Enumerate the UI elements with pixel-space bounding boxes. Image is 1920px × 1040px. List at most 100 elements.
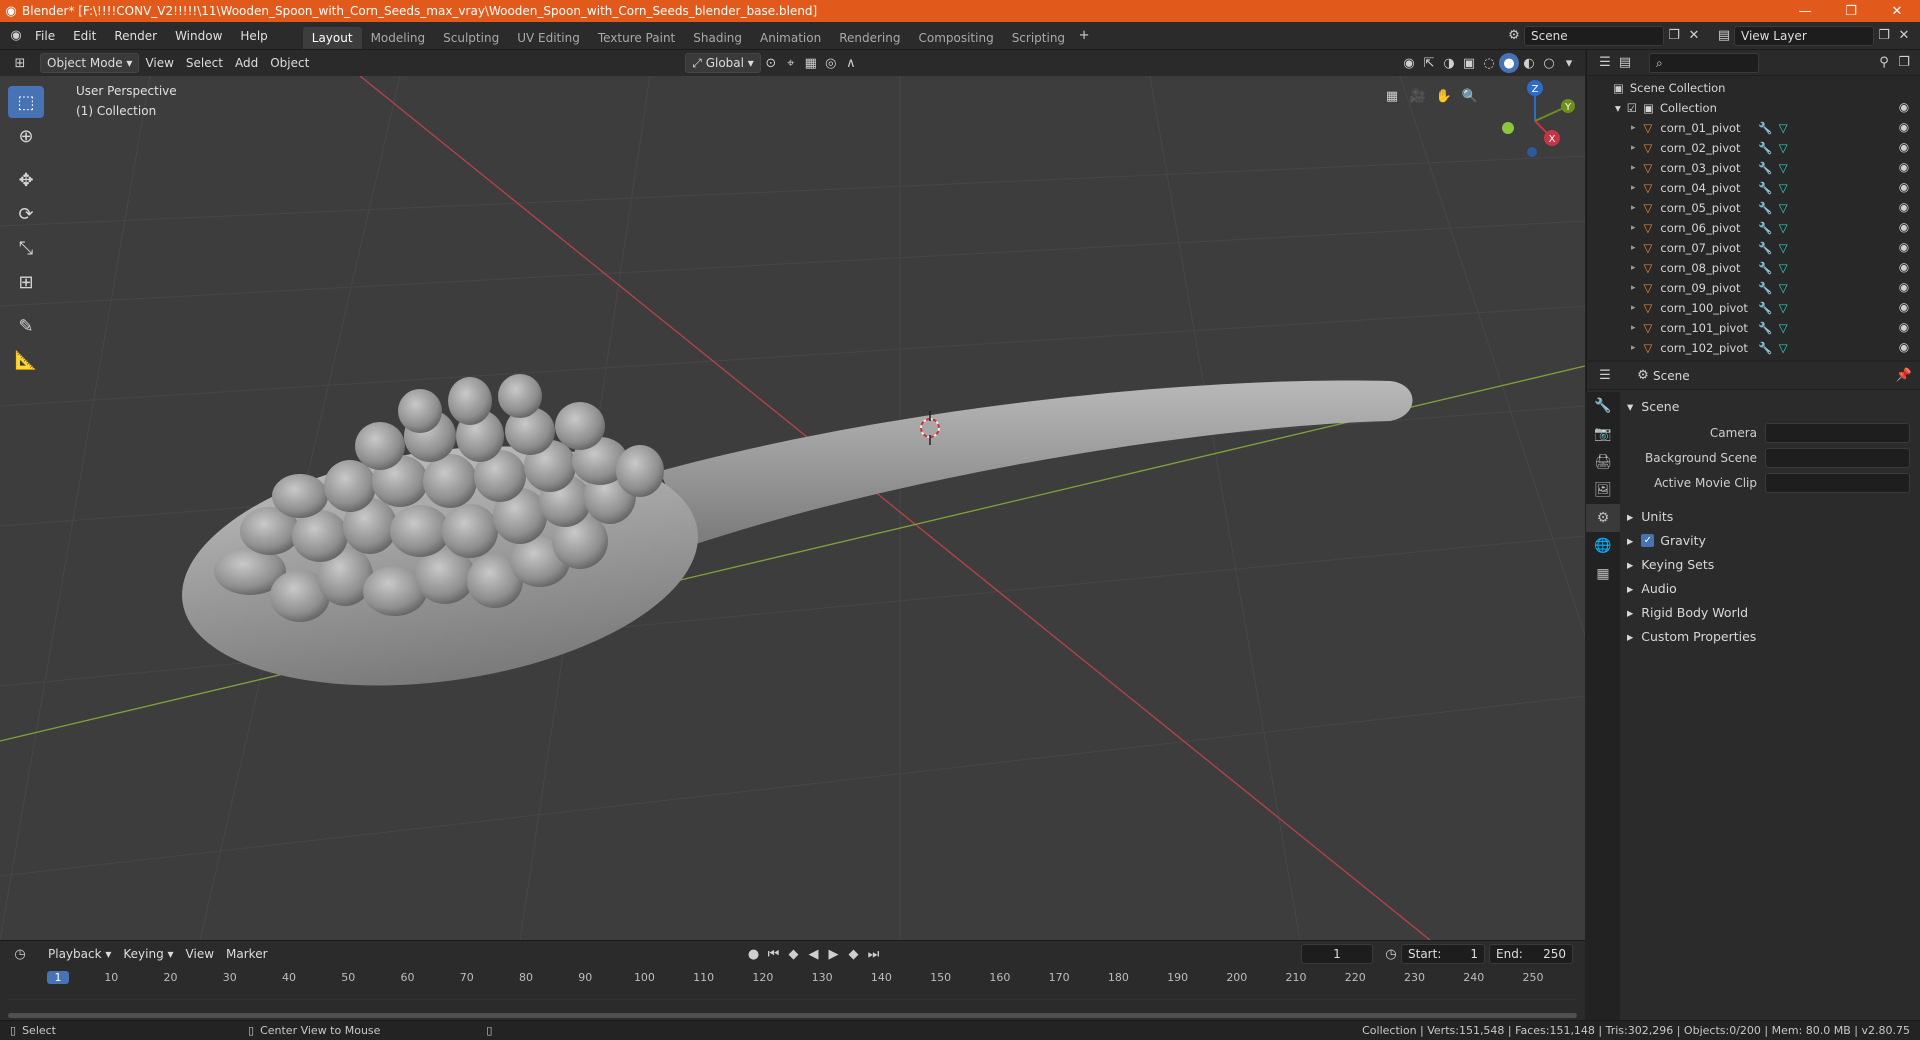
tab-sculpting[interactable]: Sculpting	[434, 27, 508, 49]
expand-icon[interactable]: ▸	[1631, 303, 1636, 313]
transform-orientation-selector[interactable]: ⤢ Global ▾	[685, 53, 761, 73]
outliner-row-object[interactable]: ▸ ▽ corn_101_pivot 🔧 ▽ ◉	[1587, 318, 1920, 338]
tab-animation[interactable]: Animation	[751, 27, 830, 49]
outliner-row-object[interactable]: ▸ ▽ corn_04_pivot 🔧 ▽ ◉	[1587, 178, 1920, 198]
modifier-wrench-icon[interactable]: 🔧	[1758, 341, 1772, 355]
current-frame-field[interactable]: 1	[1301, 944, 1373, 964]
play-reverse-icon[interactable]: ◀	[804, 944, 824, 964]
tab-scripting[interactable]: Scripting	[1003, 27, 1074, 49]
tab-shading[interactable]: Shading	[684, 27, 751, 49]
expand-icon[interactable]: ▸	[1631, 243, 1636, 253]
tab-compositing[interactable]: Compositing	[909, 27, 1002, 49]
eye-icon[interactable]: ◉	[1896, 280, 1912, 296]
eye-icon[interactable]: ◉	[1896, 120, 1912, 136]
eye-icon[interactable]: ◉	[1896, 260, 1912, 276]
menu-add[interactable]: Add	[229, 53, 264, 73]
minimize-button[interactable]: —	[1782, 0, 1828, 22]
scale-tool-icon[interactable]: ⤡	[8, 232, 44, 264]
expand-icon[interactable]: ▸	[1631, 283, 1636, 293]
menu-view[interactable]: View	[139, 53, 179, 73]
expand-icon[interactable]: ▸	[1631, 163, 1636, 173]
toggle-grid-icon[interactable]: ▦	[1382, 86, 1402, 106]
delete-view-layer-icon[interactable]: ✕	[1894, 26, 1914, 46]
expand-icon[interactable]: ▾	[1615, 101, 1621, 115]
tab-layout[interactable]: Layout	[302, 26, 362, 49]
jump-end-icon[interactable]: ⏭	[864, 944, 884, 964]
modifier-wrench-icon[interactable]: 🔧	[1758, 261, 1772, 275]
eye-icon[interactable]: ◉	[1896, 240, 1912, 256]
timeline-scrollbar[interactable]	[8, 1013, 1577, 1018]
gizmo-toggle-icon[interactable]: ⇱	[1419, 53, 1439, 73]
cursor-tool-icon[interactable]: ⊕	[8, 120, 44, 152]
outliner-row-object[interactable]: ▸ ▽ corn_03_pivot 🔧 ▽ ◉	[1587, 158, 1920, 178]
gravity-checkbox[interactable]: ✓	[1641, 533, 1655, 547]
scene-tab-icon[interactable]: ⚙	[1586, 504, 1620, 532]
world-tab-icon[interactable]: 🌐	[1586, 532, 1620, 560]
outliner-row-object[interactable]: ▸ ▽ corn_09_pivot 🔧 ▽ ◉	[1587, 278, 1920, 298]
mesh-data-icon[interactable]: ▽	[1779, 221, 1788, 235]
eye-icon[interactable]: ◉	[1896, 340, 1912, 356]
timeline-editor-type-icon[interactable]: ◷	[10, 944, 30, 964]
mesh-data-icon[interactable]: ▽	[1779, 341, 1788, 355]
modifier-wrench-icon[interactable]: 🔧	[1758, 121, 1772, 135]
wireframe-shading-icon[interactable]: ◌	[1479, 53, 1499, 73]
editor-type-icon[interactable]: ⊞	[10, 53, 30, 73]
menu-file[interactable]: File	[26, 25, 64, 47]
timeline-track[interactable]	[8, 999, 1577, 1013]
menu-object[interactable]: Object	[264, 53, 315, 73]
panel-audio[interactable]: ▸ Audio	[1627, 576, 1920, 600]
camera-field[interactable]	[1765, 423, 1910, 443]
shading-options-icon[interactable]: ▾	[1559, 53, 1579, 73]
mesh-data-icon[interactable]: ▽	[1779, 161, 1788, 175]
outliner-row-object[interactable]: ▸ ▽ corn_05_pivot 🔧 ▽ ◉	[1587, 198, 1920, 218]
modifier-wrench-icon[interactable]: 🔧	[1758, 321, 1772, 335]
menu-help[interactable]: Help	[231, 25, 276, 47]
falloff-icon[interactable]: ∧	[841, 53, 861, 73]
panel-keying-sets[interactable]: ▸ Keying Sets	[1627, 552, 1920, 576]
expand-icon[interactable]: ▸	[1631, 263, 1636, 273]
panel-custom-properties[interactable]: ▸ Custom Properties	[1627, 624, 1920, 648]
pivot-point-icon[interactable]: ⊙	[761, 53, 781, 73]
material-shading-icon[interactable]: ◐	[1519, 53, 1539, 73]
mesh-data-icon[interactable]: ▽	[1779, 181, 1788, 195]
menu-edit[interactable]: Edit	[64, 25, 105, 47]
add-workspace-icon[interactable]: +	[1074, 26, 1094, 46]
outliner-row-object[interactable]: ▸ ▽ corn_02_pivot 🔧 ▽ ◉	[1587, 138, 1920, 158]
jump-start-icon[interactable]: ⏮	[764, 944, 784, 964]
menu-marker[interactable]: Marker	[220, 944, 273, 964]
new-collection-icon[interactable]: ❐	[1894, 53, 1914, 73]
tab-uv-editing[interactable]: UV Editing	[508, 27, 589, 49]
eye-icon[interactable]: ◉	[1896, 220, 1912, 236]
new-view-layer-icon[interactable]: ❐	[1874, 26, 1894, 46]
end-frame-field[interactable]: End: 250	[1489, 944, 1573, 964]
move-tool-icon[interactable]: ✥	[8, 164, 44, 196]
menu-window[interactable]: Window	[166, 25, 231, 47]
modifier-wrench-icon[interactable]: 🔧	[1758, 181, 1772, 195]
outliner-row-object[interactable]: ▸ ▽ corn_100_pivot 🔧 ▽ ◉	[1587, 298, 1920, 318]
outliner-search-input[interactable]: ⌕	[1649, 52, 1759, 73]
snap-target-icon[interactable]: ▦	[801, 53, 821, 73]
solid-shading-icon[interactable]: ●	[1499, 53, 1519, 73]
eye-icon[interactable]: ◉	[1896, 320, 1912, 336]
modifier-wrench-icon[interactable]: 🔧	[1758, 301, 1772, 315]
expand-icon[interactable]: ▸	[1631, 223, 1636, 233]
panel-rigid-body-world[interactable]: ▸ Rigid Body World	[1627, 600, 1920, 624]
menu-playback[interactable]: Playback ▾	[42, 944, 117, 964]
mesh-data-icon[interactable]: ▽	[1779, 141, 1788, 155]
mesh-data-icon[interactable]: ▽	[1779, 261, 1788, 275]
proportional-edit-icon[interactable]: ◎	[821, 53, 841, 73]
snap-icon[interactable]: ⌖	[781, 53, 801, 73]
tab-texture-paint[interactable]: Texture Paint	[589, 27, 684, 49]
outliner-row-object[interactable]: ▸ ▽ corn_06_pivot 🔧 ▽ ◉	[1587, 218, 1920, 238]
eye-icon[interactable]: ◉	[1896, 140, 1912, 156]
outliner-row-scene-collection[interactable]: ▣ Scene Collection	[1587, 78, 1920, 98]
expand-icon[interactable]: ▸	[1631, 323, 1636, 333]
filter-icon[interactable]: ⚲	[1874, 53, 1894, 73]
new-scene-icon[interactable]: ❐	[1664, 26, 1684, 46]
panel-gravity[interactable]: ▸ ✓ Gravity	[1627, 528, 1920, 552]
eye-icon[interactable]: ◉	[1896, 200, 1912, 216]
delete-scene-icon[interactable]: ✕	[1684, 26, 1704, 46]
overlays-icon[interactable]: ◑	[1439, 53, 1459, 73]
tab-modeling[interactable]: Modeling	[362, 27, 435, 49]
texture-tab-icon[interactable]: ▦	[1586, 560, 1620, 588]
